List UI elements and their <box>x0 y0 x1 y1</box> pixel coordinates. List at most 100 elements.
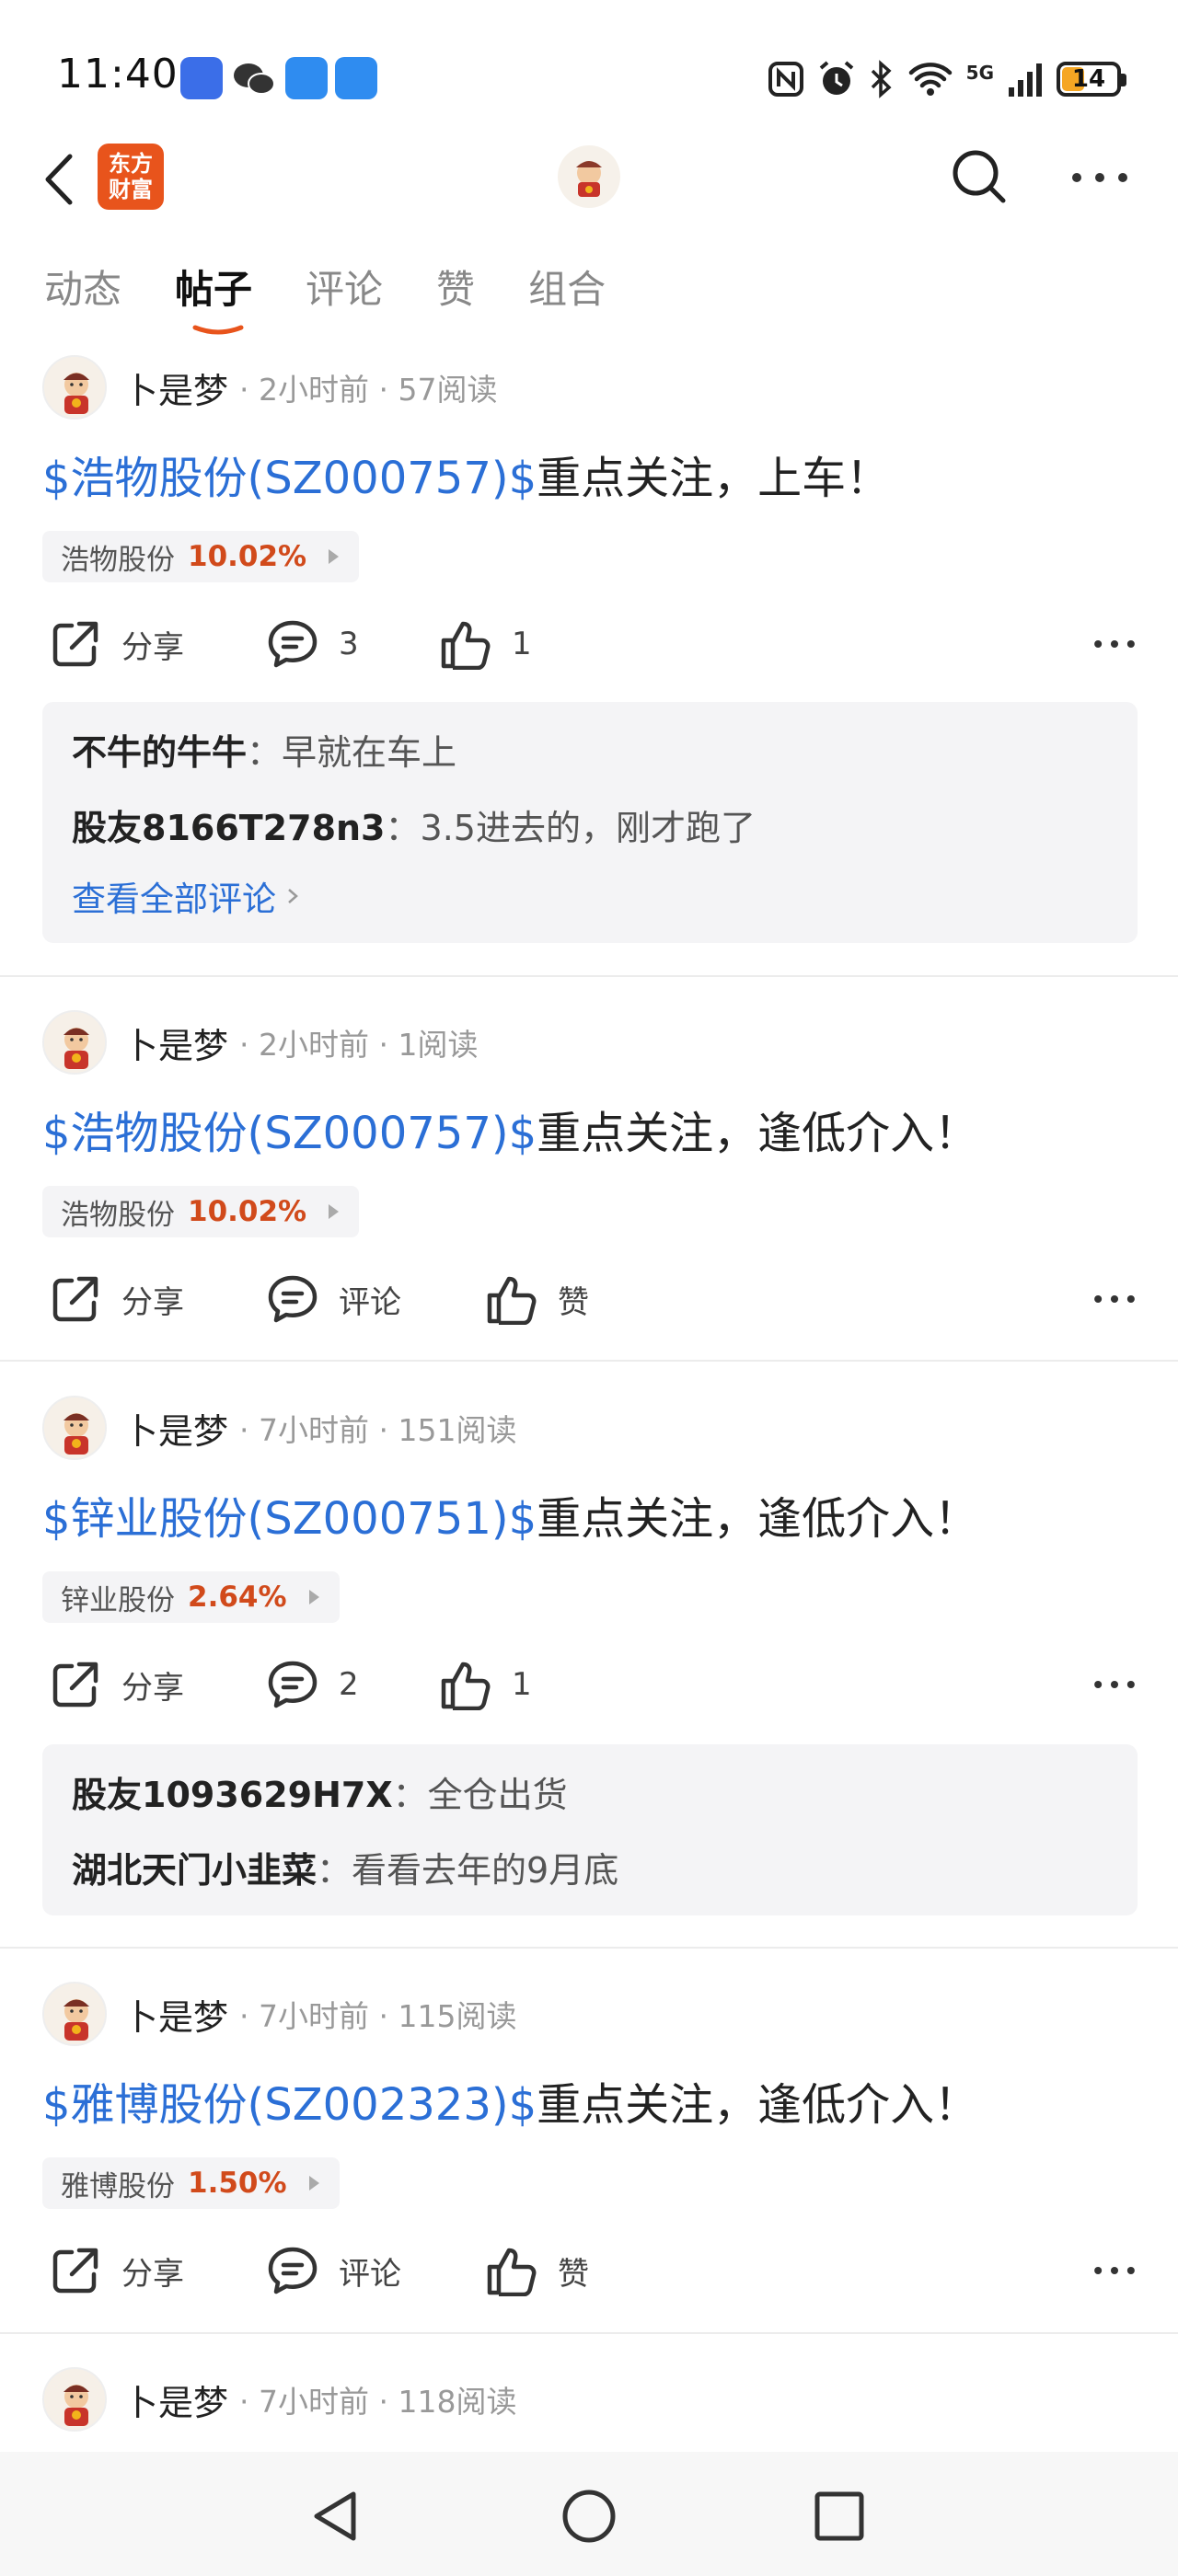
post-card[interactable]: 卜是梦 · 2小时前 · 1阅读 $浩物股份(SZ000757)$重点关注，逢低… <box>0 1009 1178 1359</box>
share-icon <box>50 1659 101 1710</box>
comment-icon <box>267 1659 318 1710</box>
chevron-right-icon <box>288 889 298 903</box>
network-type: 5G <box>965 62 994 84</box>
comment-icon <box>267 1273 318 1325</box>
post-actions: 分享 评论 赞 <box>42 2234 1138 2307</box>
post-title[interactable]: $浩物股份(SZ000757)$重点关注，逢低介入！ <box>42 1097 978 1161</box>
status-time: 11:40 <box>57 51 179 98</box>
post-author-row: 卜是梦 · 7小时前 · 151阅读 <box>42 1395 516 1461</box>
like-button[interactable]: 1 <box>440 1648 532 1721</box>
post-divider <box>0 2332 1178 2334</box>
eastmoney-logo[interactable]: 东方 财富 <box>98 144 164 210</box>
post-title[interactable]: $雅博股份(SZ002323)$重点关注，逢低介入！ <box>42 2068 978 2133</box>
comment-preview[interactable]: 股友1093629H7X：全仓出货 湖北天门小韭菜：看看去年的9月底 <box>42 1744 1138 1915</box>
post-more-button[interactable] <box>1082 1262 1138 1336</box>
author-name[interactable]: 卜是梦 <box>123 1403 228 1454</box>
post-card[interactable]: 卜是梦 · 7小时前 · 151阅读 $锌业股份(SZ000751)$重点关注，… <box>0 1395 1178 1947</box>
more-menu-button[interactable] <box>1068 155 1132 201</box>
stock-tag-link[interactable]: $浩物股份(SZ000757)$ <box>42 453 537 504</box>
post-meta: · 7小时前 · 118阅读 <box>239 2384 517 2420</box>
nav-back-button[interactable] <box>307 2487 366 2546</box>
share-button[interactable]: 分享 <box>50 2234 184 2307</box>
alarm-icon <box>819 61 853 95</box>
tab-portfolio[interactable]: 组合 <box>528 258 606 322</box>
author-name[interactable]: 卜是梦 <box>123 1018 228 1068</box>
avatar[interactable] <box>42 1010 107 1075</box>
post-meta: · 7小时前 · 151阅读 <box>239 1412 517 1448</box>
search-button[interactable] <box>948 145 1012 210</box>
square-recents-icon <box>814 2491 864 2541</box>
tab-posts[interactable]: 帖子 <box>175 258 252 335</box>
share-button[interactable]: 分享 <box>50 1648 184 1721</box>
post-actions: 分享 评论 赞 <box>42 1262 1138 1336</box>
thumbs-up-icon <box>440 618 491 670</box>
eleme-icon <box>285 57 328 99</box>
author-name[interactable]: 卜是梦 <box>123 362 228 413</box>
tab-likes[interactable]: 赞 <box>436 258 475 322</box>
back-button[interactable] <box>37 147 92 212</box>
see-all-comments-link[interactable]: 查看全部评论 <box>72 871 304 921</box>
like-button[interactable]: 1 <box>440 607 532 681</box>
comment-icon <box>267 618 318 670</box>
stock-quote-chip[interactable]: 浩物股份 10.02% <box>42 531 360 582</box>
post-more-button[interactable] <box>1082 607 1138 681</box>
comment-item: 股友1093629H7X：全仓出货 <box>72 1775 568 1815</box>
post-meta: · 7小时前 · 115阅读 <box>239 1998 517 2034</box>
author-name[interactable]: 卜是梦 <box>123 2375 228 2425</box>
avatar[interactable] <box>42 355 107 420</box>
comment-button[interactable]: 3 <box>267 607 359 681</box>
like-button[interactable]: 赞 <box>486 2234 589 2307</box>
author-name[interactable]: 卜是梦 <box>123 1989 228 2040</box>
more-dots-icon <box>1091 1675 1138 1694</box>
caret-right-icon <box>329 1204 340 1219</box>
caret-right-icon <box>329 549 340 564</box>
thumbs-up-icon <box>440 1659 491 1710</box>
stock-quote-chip[interactable]: 锌业股份 2.64% <box>42 1571 340 1623</box>
like-button[interactable]: 赞 <box>486 1262 589 1336</box>
post-meta: · 2小时前 · 57阅读 <box>239 372 498 408</box>
share-icon <box>50 1273 101 1325</box>
post-more-button[interactable] <box>1082 2234 1138 2307</box>
post-more-button[interactable] <box>1082 1648 1138 1721</box>
post-card[interactable]: 卜是梦 · 7小时前 · 118阅读 <box>0 2366 1178 2449</box>
chevron-left-icon <box>45 154 73 205</box>
tab-comments[interactable]: 评论 <box>306 258 383 322</box>
triangle-back-icon <box>314 2491 356 2541</box>
signal-icon <box>1009 63 1042 97</box>
search-icon <box>953 150 1006 203</box>
top-nav-bar: 东方 财富 <box>0 129 1178 230</box>
avatar[interactable] <box>42 2367 107 2432</box>
post-card[interactable]: 卜是梦 · 7小时前 · 115阅读 $雅博股份(SZ002323)$重点关注，… <box>0 1981 1178 2330</box>
caret-right-icon <box>308 1590 319 1604</box>
stock-tag-link[interactable]: $浩物股份(SZ000757)$ <box>42 1108 537 1159</box>
stock-tag-link[interactable]: $雅博股份(SZ002323)$ <box>42 2079 537 2131</box>
tab-dynamic[interactable]: 动态 <box>44 258 121 322</box>
comment-button[interactable]: 评论 <box>267 1262 401 1336</box>
nfc-icon <box>768 62 803 97</box>
comment-button[interactable]: 2 <box>267 1648 359 1721</box>
stock-tag-link[interactable]: $锌业股份(SZ000751)$ <box>42 1493 537 1545</box>
nav-home-button[interactable] <box>560 2487 618 2546</box>
comment-preview[interactable]: 不牛的牛牛：早就在车上 股友8166T278n3：3.5进去的，刚才跑了 查看全… <box>42 702 1138 943</box>
user-avatar[interactable] <box>558 145 620 208</box>
circle-home-icon <box>562 2490 616 2543</box>
post-title[interactable]: $锌业股份(SZ000751)$重点关注，逢低介入！ <box>42 1482 978 1547</box>
active-tab-indicator <box>192 325 244 335</box>
post-divider <box>0 1947 1178 1949</box>
thumbs-up-icon <box>486 2245 537 2296</box>
post-author-row: 卜是梦 · 2小时前 · 57阅读 <box>42 354 497 420</box>
post-meta: · 2小时前 · 1阅读 <box>239 1027 479 1063</box>
comment-button[interactable]: 评论 <box>267 2234 401 2307</box>
avatar[interactable] <box>42 1396 107 1460</box>
more-dots-icon <box>1091 2261 1138 2280</box>
post-card[interactable]: 卜是梦 · 2小时前 · 57阅读 $浩物股份(SZ000757)$重点关注，上… <box>0 354 1178 975</box>
post-title[interactable]: $浩物股份(SZ000757)$重点关注，上车！ <box>42 442 890 506</box>
caret-right-icon <box>308 2176 319 2191</box>
stock-quote-chip[interactable]: 雅博股份 1.50% <box>42 2157 340 2209</box>
share-button[interactable]: 分享 <box>50 607 184 681</box>
share-button[interactable]: 分享 <box>50 1262 184 1336</box>
stock-quote-chip[interactable]: 浩物股份 10.02% <box>42 1186 360 1237</box>
avatar[interactable] <box>42 1982 107 2046</box>
comment-item: 股友8166T278n3：3.5进去的，刚才跑了 <box>72 808 756 848</box>
nav-recents-button[interactable] <box>810 2487 869 2546</box>
